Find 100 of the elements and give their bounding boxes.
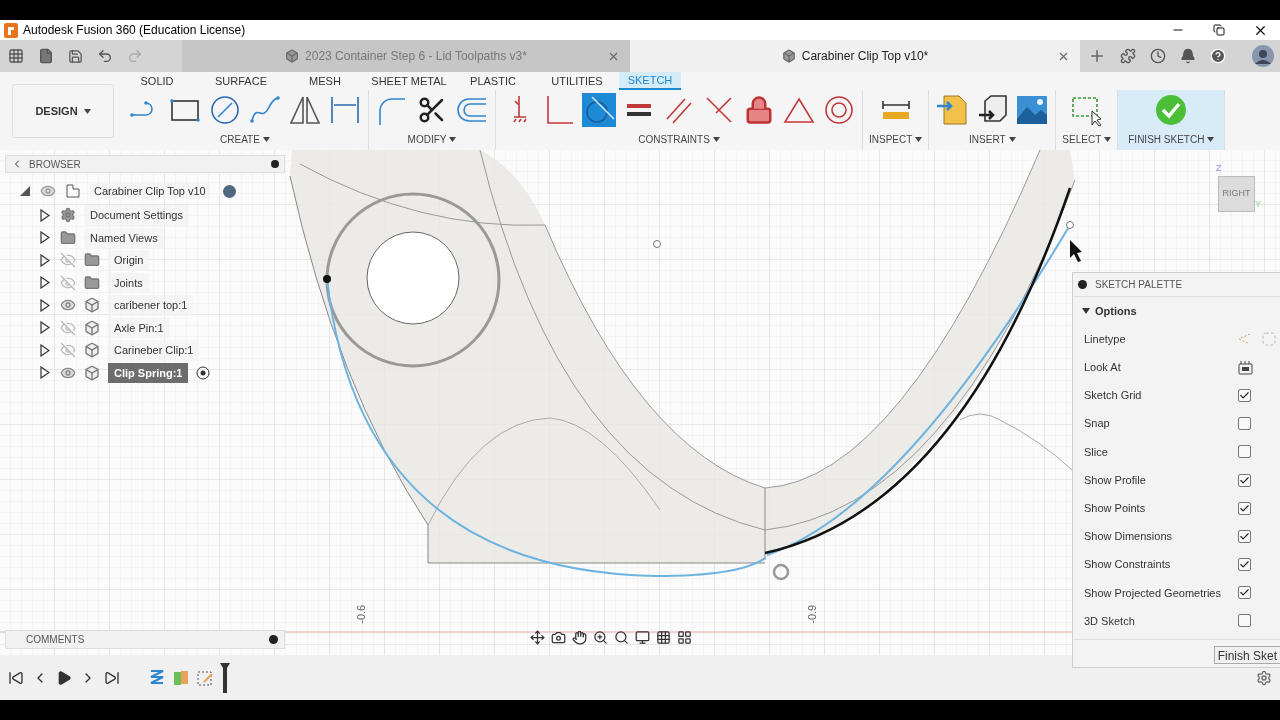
tree-item[interactable]: Carineber Clip:1 [108, 340, 200, 361]
option-label: Show Points [1084, 500, 1147, 516]
caret-icon[interactable] [1104, 136, 1112, 142]
option-checkbox[interactable] [1238, 388, 1251, 402]
caret-icon[interactable] [712, 136, 720, 142]
ribbon-tab[interactable]: SURFACE [199, 72, 283, 90]
option-checkbox[interactable] [1238, 586, 1251, 600]
comments-header[interactable]: COMMENTS [5, 630, 285, 649]
collapse-icon[interactable] [1078, 280, 1087, 289]
ribbon-tab[interactable]: PLASTIC [451, 72, 535, 90]
group-menu[interactable]: SELECT [1062, 130, 1112, 148]
expand-arrow-icon[interactable] [40, 208, 50, 222]
avatar-icon[interactable] [1252, 45, 1274, 67]
insert-svg-tool-button[interactable] [935, 93, 970, 127]
axis-tick-label: -0.6 [354, 604, 369, 624]
tree-item[interactable]: Clip Spring:1 [108, 362, 189, 383]
tangent-tool-button[interactable] [582, 93, 616, 127]
lock-icon [744, 95, 774, 125]
option-checkbox[interactable] [1238, 558, 1251, 572]
group-menu[interactable]: CREATE [220, 130, 270, 148]
tree-item[interactable]: Axle Pin:1 [108, 317, 170, 338]
fit-icon[interactable] [614, 630, 629, 645]
finish-sketch-button[interactable]: Finish Sket [1213, 646, 1280, 665]
caret-icon[interactable] [83, 108, 91, 114]
grid-icon[interactable] [656, 630, 671, 645]
palette-title: SKETCH PALETTE [1095, 278, 1183, 292]
option-checkbox[interactable] [1238, 614, 1251, 628]
display-settings-icon[interactable] [635, 630, 650, 645]
zoom-icon[interactable] [593, 630, 608, 645]
option-label: Sketch Grid [1084, 388, 1143, 404]
tree-item[interactable]: Origin [108, 250, 150, 271]
file-icon[interactable] [38, 48, 54, 64]
undo-icon[interactable] [97, 48, 113, 64]
group-menu[interactable]: MODIFY [407, 130, 457, 148]
concentric-icon [822, 93, 856, 127]
box-icon [84, 342, 100, 359]
view-cube[interactable]: RIGHT [1218, 175, 1255, 212]
tree-item[interactable]: Document Settings [84, 205, 189, 226]
canvas-image-tool-button[interactable] [1015, 93, 1050, 127]
option-checkbox[interactable] [1238, 473, 1251, 487]
group-menu[interactable]: INSPECT [869, 130, 923, 148]
option-label: Look At [1084, 360, 1122, 376]
minimize-panel-icon[interactable] [271, 160, 279, 168]
active-radio-icon[interactable] [196, 365, 211, 380]
last-step-icon[interactable] [104, 669, 120, 686]
job-status-icon[interactable] [1150, 48, 1166, 64]
caret-icon[interactable] [449, 136, 457, 142]
window-title: Autodesk Fusion 360 (Education License) [23, 22, 246, 39]
settings-icon[interactable] [1256, 669, 1272, 686]
ribbon-tab[interactable]: SOLID [115, 72, 199, 90]
group-menu[interactable]: CONSTRAINTS [638, 130, 720, 148]
caret-icon[interactable] [262, 136, 270, 142]
first-step-icon[interactable] [8, 669, 24, 686]
circle-tool-button[interactable] [208, 93, 242, 127]
pan-icon[interactable] [572, 630, 587, 645]
option-checkbox[interactable] [1238, 529, 1251, 543]
expand-arrow-icon[interactable] [40, 231, 50, 245]
workspace-button[interactable]: DESIGN [12, 84, 114, 138]
option-checkbox[interactable] [1238, 417, 1251, 431]
timeline-marker-icon[interactable] [220, 662, 230, 693]
caret-icon[interactable] [1008, 136, 1016, 142]
viewports-icon[interactable] [677, 630, 692, 645]
option-checkbox[interactable] [1238, 501, 1251, 515]
option-label: Linetype [1084, 331, 1127, 347]
browser-header[interactable]: BROWSER [5, 155, 285, 173]
expand-arrow-icon[interactable] [40, 253, 50, 267]
ribbon-tab[interactable]: SHEET METAL [367, 72, 451, 90]
expand-arrow-icon[interactable] [40, 343, 50, 357]
caret-icon[interactable] [1207, 136, 1215, 142]
play-icon[interactable] [56, 669, 72, 686]
expand-arrow-icon[interactable] [40, 366, 50, 380]
concentric-tool-button[interactable] [822, 93, 856, 127]
save-icon[interactable] [68, 48, 83, 64]
notifications-icon[interactable] [1180, 48, 1196, 64]
section-title[interactable]: Options [1095, 302, 1137, 320]
caret-icon[interactable] [915, 136, 923, 142]
canvas-image-icon [1015, 93, 1050, 127]
tree-item[interactable]: Joints [108, 272, 149, 293]
section-toggle-icon[interactable] [1082, 307, 1090, 315]
group-menu[interactable]: INSERT [969, 130, 1016, 148]
ribbon-tab[interactable]: UTILITIES [535, 72, 619, 90]
option-label: Show Constraints [1084, 557, 1172, 573]
eye-icon[interactable] [40, 183, 56, 199]
expand-arrow-icon[interactable] [40, 321, 50, 335]
maximize-icon[interactable] [1213, 24, 1225, 36]
box-icon [84, 319, 100, 336]
extensions-icon[interactable] [1120, 48, 1136, 64]
tree-item[interactable]: caribener top:1 [108, 295, 194, 316]
folder-icon [84, 252, 100, 269]
apps-grid-icon[interactable] [8, 48, 24, 64]
orbit-icon[interactable] [530, 630, 545, 645]
collapse-arrow-icon[interactable] [19, 185, 31, 197]
option-checkbox[interactable] [1238, 445, 1251, 459]
new-tab-icon[interactable] [1088, 47, 1106, 65]
expand-arrow-icon[interactable] [40, 276, 50, 290]
document-tab[interactable]: Carabiner Clip Top v10* [630, 40, 1080, 72]
tree-item[interactable]: Named Views [84, 227, 164, 248]
ribbon-tab[interactable]: MESH [283, 72, 367, 90]
help-icon[interactable] [1210, 48, 1226, 64]
expand-arrow-icon[interactable] [40, 298, 50, 312]
